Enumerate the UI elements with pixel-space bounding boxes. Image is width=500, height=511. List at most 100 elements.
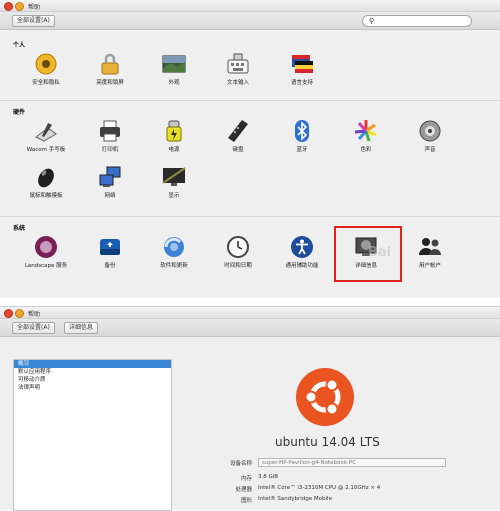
software-updates-icon (162, 235, 186, 259)
window-title: 帮助 (28, 311, 41, 318)
settings-item-sound[interactable]: 声音 (398, 119, 462, 154)
bottom-toolbar: 全部设置(A) 详细信息 (0, 319, 500, 337)
show-all-settings-button[interactable]: 全部设置(A) (12, 15, 55, 27)
close-window-icon[interactable] (4, 309, 13, 318)
settings-item-security-privacy[interactable]: 安全和隐私 (14, 52, 78, 87)
settings-item-display[interactable]: 显示 (142, 165, 206, 200)
settings-item-language-support[interactable]: 语言支持 (270, 52, 334, 87)
settings-item-label: 文本输入 (226, 80, 249, 86)
device-name-label: 设备名称 (229, 461, 252, 467)
section-label-hardware: 硬件 (13, 109, 26, 116)
settings-item-label: 通用辅助功能 (285, 263, 319, 269)
section-label-system: 系统 (13, 225, 26, 232)
close-window-icon[interactable] (4, 2, 13, 11)
breadcrumb-details-button[interactable]: 详细信息 (64, 322, 99, 334)
mouse-touchpad-icon (34, 165, 58, 189)
settings-item-label: Wacom 手写板 (26, 147, 66, 153)
sidebar-item-default-apps[interactable]: 默认应用程序 (14, 368, 171, 376)
bottom-titlebar: 帮助 (0, 307, 500, 319)
security-privacy-icon (34, 52, 58, 76)
graphics-value: Intel® Sandybridge Mobile (258, 496, 332, 502)
user-accounts-icon (418, 235, 442, 259)
text-entry-icon (226, 52, 250, 76)
power-icon (162, 119, 186, 143)
processor-value: Intel® Core™ i3-2310M CPU @ 2.10GHz × 4 (258, 485, 381, 491)
settings-item-label: 打印机 (101, 147, 119, 153)
settings-item-wacom-tablet[interactable]: Wacom 手写板 (14, 119, 78, 154)
backup-icon (98, 235, 122, 259)
processor-label: 处理器 (235, 487, 252, 493)
details-sidebar: 概况 默认应用程序 可移动介质 法律声明 (13, 359, 172, 511)
settings-item-appearance[interactable]: 外观 (142, 52, 206, 87)
section-divider (0, 216, 500, 217)
settings-item-keyboard[interactable]: 键盘 (206, 119, 270, 154)
bluetooth-icon (290, 119, 314, 143)
minimize-window-icon[interactable] (15, 309, 24, 318)
appearance-icon (162, 52, 186, 76)
settings-item-text-entry[interactable]: 文本输入 (206, 52, 270, 87)
settings-item-bluetooth[interactable]: 蓝牙 (270, 119, 334, 154)
settings-item-label: 声音 (424, 147, 436, 153)
settings-item-color[interactable]: 色彩 (334, 119, 398, 154)
settings-item-printer[interactable]: 打印机 (78, 119, 142, 154)
sidebar-item-overview[interactable]: 概况 (14, 360, 171, 368)
settings-item-label: 语言支持 (290, 80, 313, 86)
section-divider (0, 100, 500, 101)
settings-item-power[interactable]: 电源 (142, 119, 206, 154)
settings-item-label: 备份 (104, 263, 116, 269)
sidebar-item-removable-media[interactable]: 可移动介质 (14, 376, 171, 384)
network-icon (98, 165, 122, 189)
settings-item-label: 安全和隐私 (32, 80, 60, 86)
show-all-settings-button[interactable]: 全部设置(A) (12, 322, 55, 334)
accessibility-icon (290, 235, 314, 259)
memory-value: 3.8 GiB (258, 474, 279, 480)
ubuntu-logo-icon (295, 367, 355, 431)
landscape-service-icon (34, 235, 58, 259)
sidebar-item-legal[interactable]: 法律声明 (14, 384, 171, 392)
brightness-lock-icon (98, 52, 122, 76)
settings-item-landscape-service[interactable]: Landscape 服务 (14, 235, 78, 270)
settings-item-label: 鼠标和触摸板 (29, 193, 63, 199)
settings-item-label: 亮度和锁屏 (96, 80, 124, 86)
settings-item-software-updates[interactable]: 软件和更新 (142, 235, 206, 270)
top-toolbar: 全部设置(A) ⚲ (0, 12, 500, 30)
settings-item-backup[interactable]: 备份 (78, 235, 142, 270)
watermark-text: Bai (368, 245, 392, 260)
settings-item-time-date[interactable]: 时间和日期 (206, 235, 270, 270)
settings-item-label: Landscape 服务 (24, 263, 68, 269)
top-titlebar: 帮助 (0, 0, 500, 12)
settings-item-brightness-lock[interactable]: 亮度和锁屏 (78, 52, 142, 87)
language-support-icon (290, 52, 314, 76)
settings-item-label: 时间和日期 (224, 263, 252, 269)
settings-item-label: 色彩 (360, 147, 372, 153)
settings-item-label: 软件和更新 (160, 263, 188, 269)
memory-label: 内存 (240, 476, 252, 482)
time-date-icon (226, 235, 250, 259)
minimize-window-icon[interactable] (15, 2, 24, 11)
sound-icon (418, 119, 442, 143)
settings-item-accessibility[interactable]: 通用辅助功能 (270, 235, 334, 270)
device-name-field[interactable]: super-HP-Pavilion-g4-Notebook-PC (258, 458, 446, 467)
details-window: 帮助 全部设置(A) 详细信息 概况 默认应用程序 可移动介质 法律声明 ubu… (0, 306, 500, 511)
window-title: 帮助 (28, 4, 41, 11)
wacom-tablet-icon (34, 119, 58, 143)
settings-item-label: 用户帐户 (418, 263, 441, 269)
settings-item-label: 电源 (168, 147, 180, 153)
os-name: ubuntu 14.04 LTS (275, 435, 380, 449)
display-icon (162, 165, 186, 189)
search-icon: ⚲ (369, 17, 375, 25)
settings-item-label: 蓝牙 (296, 147, 308, 153)
section-label-personal: 个人 (13, 42, 26, 49)
settings-item-user-accounts[interactable]: 用户帐户 (398, 235, 462, 270)
graphics-label: 图形 (240, 498, 252, 504)
printer-icon (98, 119, 122, 143)
settings-item-label: 键盘 (232, 147, 244, 153)
settings-item-label: 网络 (104, 193, 116, 199)
color-icon (354, 119, 378, 143)
settings-item-label: 显示 (168, 193, 180, 199)
keyboard-icon (226, 119, 250, 143)
settings-item-mouse-touchpad[interactable]: 鼠标和触摸板 (14, 165, 78, 200)
settings-item-network[interactable]: 网络 (78, 165, 142, 200)
search-input[interactable]: ⚲ (362, 15, 472, 27)
settings-item-label: 外观 (168, 80, 180, 86)
